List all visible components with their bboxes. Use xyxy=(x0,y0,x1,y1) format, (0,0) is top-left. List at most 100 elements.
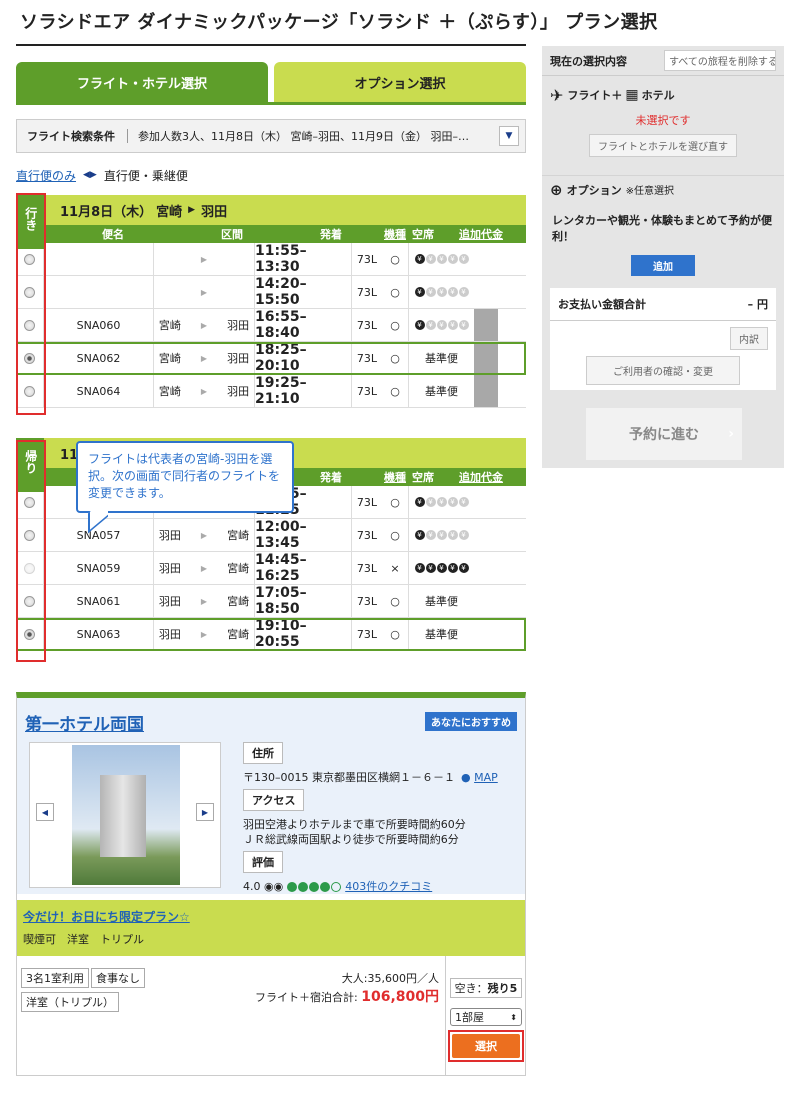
breakdown-button[interactable]: 内訳 xyxy=(730,327,768,350)
flight-row[interactable]: SNA062 宮崎 ▶ 羽田 18:25–20:10 73L ○ 基準便 xyxy=(16,342,526,375)
col-extra-link[interactable]: 追加代金 xyxy=(459,469,503,485)
plan-prices: 大人:35,600円／人 フライト＋宿泊合計: 106,800円 xyxy=(255,970,439,1007)
rooms-select[interactable]: 1部屋 ⬍ xyxy=(450,1008,522,1026)
extra-charge: 基準便 xyxy=(408,618,474,650)
aircraft-type: 73L xyxy=(356,252,378,266)
flight-time: 12:00–13:45 xyxy=(254,519,352,551)
arrow-right-icon: ▶ xyxy=(200,353,208,363)
scrollbar-track[interactable] xyxy=(474,486,498,518)
hotel-photo-carousel: ◀ ▶ xyxy=(29,742,221,888)
coin-icon: ¥ xyxy=(414,497,425,507)
flight-row[interactable]: ▶ 11:55–13:30 73L ○ ¥ ¥ ¥ ¥ ¥ xyxy=(16,243,526,276)
plus-circle-icon: ⊕ xyxy=(550,180,563,199)
return-tag: 帰り xyxy=(16,438,44,492)
tab-options[interactable]: オプション選択 xyxy=(274,62,526,102)
scrollbar-track[interactable] xyxy=(474,618,498,650)
col-extra-link[interactable]: 追加代金 xyxy=(459,226,503,242)
chevron-down-icon[interactable]: ▼ xyxy=(499,126,519,146)
coin-icon: ¥ xyxy=(414,530,425,540)
scrollbar-track[interactable] xyxy=(474,519,498,551)
chevron-left-icon[interactable]: ◀ xyxy=(36,803,54,821)
extra-charge: 基準便 xyxy=(408,375,474,407)
segment-to: 羽田 xyxy=(227,352,250,365)
coin-icon: ¥ xyxy=(458,320,469,330)
rating-circle-icon xyxy=(287,882,298,892)
flight-row[interactable]: SNA064 宮崎 ▶ 羽田 19:25–21:10 73L ○ 基準便 xyxy=(16,375,526,408)
airplane-icon: ✈ xyxy=(550,85,564,105)
segment-from: 宮崎 xyxy=(158,352,181,365)
coin-icon: ¥ xyxy=(447,320,458,330)
flight-radio[interactable] xyxy=(24,385,35,397)
confirm-users-button[interactable]: ご利用者の確認・変更 xyxy=(586,356,740,385)
chevron-right-icon[interactable]: ▶ xyxy=(196,803,214,821)
flight-number: SNA064 xyxy=(44,375,154,407)
col-seat: 空席 xyxy=(412,228,434,241)
flight-radio[interactable] xyxy=(24,496,35,508)
segment-from: 羽田 xyxy=(158,628,181,641)
flight-radio[interactable] xyxy=(24,562,35,574)
arrow-right-icon: ▶ xyxy=(188,205,196,215)
coin-icon: ¥ xyxy=(414,254,425,264)
seat-availability: ○ xyxy=(390,351,400,365)
main-content: フライト・ホテル選択 オプション選択 フライト検索条件 参加人数3人、11月8日… xyxy=(16,62,526,651)
col-aircraft-link[interactable]: 機種 xyxy=(384,469,406,485)
segment-from: 羽田 xyxy=(158,529,181,542)
coin-icon: ¥ xyxy=(414,320,425,330)
flight-radio[interactable] xyxy=(24,628,35,640)
flight-number: SNA062 xyxy=(44,342,154,374)
scrollbar-track[interactable] xyxy=(474,243,498,275)
updown-icon: ⬍ xyxy=(510,1012,517,1022)
flight-radio[interactable] xyxy=(24,529,35,541)
map-link[interactable]: MAP xyxy=(474,771,498,784)
flight-row[interactable]: SNA060 宮崎 ▶ 羽田 16:55–18:40 73L ○ ¥ ¥ ¥ ¥ ¥ xyxy=(16,309,526,342)
scrollbar-track[interactable] xyxy=(474,276,498,308)
segment-from: 宮崎 xyxy=(158,319,181,332)
plan-title-link[interactable]: 今だけ！お日にち限定プラン☆ xyxy=(23,908,519,925)
flight-row[interactable]: SNA059 羽田 ▶ 宮崎 14:45–16:25 73L × ¥ ¥ ¥ ¥ ¥ xyxy=(16,552,526,585)
flight-row[interactable]: SNA063 羽田 ▶ 宮崎 19:10–20:55 73L ○ 基準便 xyxy=(16,618,526,651)
base-flight-label: 基準便 xyxy=(425,628,458,641)
segment-to: 宮崎 xyxy=(227,595,250,608)
flight-radio[interactable] xyxy=(24,286,35,298)
coin-icon: ¥ xyxy=(447,497,458,507)
col-segment: 区間 xyxy=(221,228,243,241)
rating-value: 4.0 xyxy=(243,880,261,893)
scrollbar-track[interactable] xyxy=(474,375,498,407)
hotel-name-link[interactable]: 第一ホテル両国 xyxy=(25,710,144,735)
page-title: ソラシドエア ダイナミックパッケージ「ソラシド ＋（ぷらす）」 プラン選択 xyxy=(20,12,658,33)
flight-radio[interactable] xyxy=(24,319,35,331)
adult-price: 大人:35,600円／人 xyxy=(341,972,439,985)
flight-radio[interactable] xyxy=(24,253,35,265)
hotel-summary: 第一ホテル両国 あなたにおすすめ ◀ ▶ 住所 〒130–0015 東京都墨田区… xyxy=(17,698,525,894)
flight-radio[interactable] xyxy=(24,352,35,364)
aircraft-type: 73L xyxy=(356,594,378,608)
col-time: 発着 xyxy=(320,471,342,484)
flight-row[interactable]: ▶ 14:20–15:50 73L ○ ¥ ¥ ¥ ¥ ¥ xyxy=(16,276,526,309)
scrollbar-track[interactable] xyxy=(474,552,498,584)
proceed-button[interactable]: 予約に進む › xyxy=(586,408,742,460)
vacancy: 空き： 残り5 xyxy=(450,978,522,998)
tab-flight-hotel[interactable]: フライト・ホテル選択 xyxy=(16,62,268,102)
flight-radio[interactable] xyxy=(24,595,35,607)
extra-charge: ¥ ¥ ¥ ¥ ¥ xyxy=(408,486,474,518)
scrollbar-track[interactable] xyxy=(474,342,498,374)
flight-time: 14:20–15:50 xyxy=(254,276,352,308)
scrollbar-track[interactable] xyxy=(474,585,498,617)
chip-meal: 食事なし xyxy=(91,968,145,988)
flight-number xyxy=(44,243,154,275)
select-highlight: 選択 xyxy=(448,1030,524,1062)
flight-row[interactable]: SNA061 羽田 ▶ 宮崎 17:05–18:50 73L ○ 基準便 xyxy=(16,585,526,618)
direct-only-link[interactable]: 直行便のみ xyxy=(16,167,76,184)
payment-value: – 円 xyxy=(747,298,768,311)
panel-flight-hotel: ✈ フライト＋ ▦ ホテル xyxy=(542,78,784,112)
clear-all-button[interactable]: すべての旅程を削除する xyxy=(664,50,776,71)
add-option-button[interactable]: 追加 xyxy=(631,255,695,276)
reviews-link[interactable]: 403件のクチコミ xyxy=(345,880,432,893)
toggle-arrows-icon[interactable]: ◀▶ xyxy=(83,170,97,180)
scrollbar-track[interactable] xyxy=(474,309,498,341)
col-aircraft-link[interactable]: 機種 xyxy=(384,226,406,242)
select-button[interactable]: 選択 xyxy=(452,1034,520,1058)
aircraft-type: 73L xyxy=(356,561,378,575)
reselect-button[interactable]: フライトとホテルを選び直す xyxy=(589,134,737,157)
rating-circle-icon xyxy=(309,882,320,892)
